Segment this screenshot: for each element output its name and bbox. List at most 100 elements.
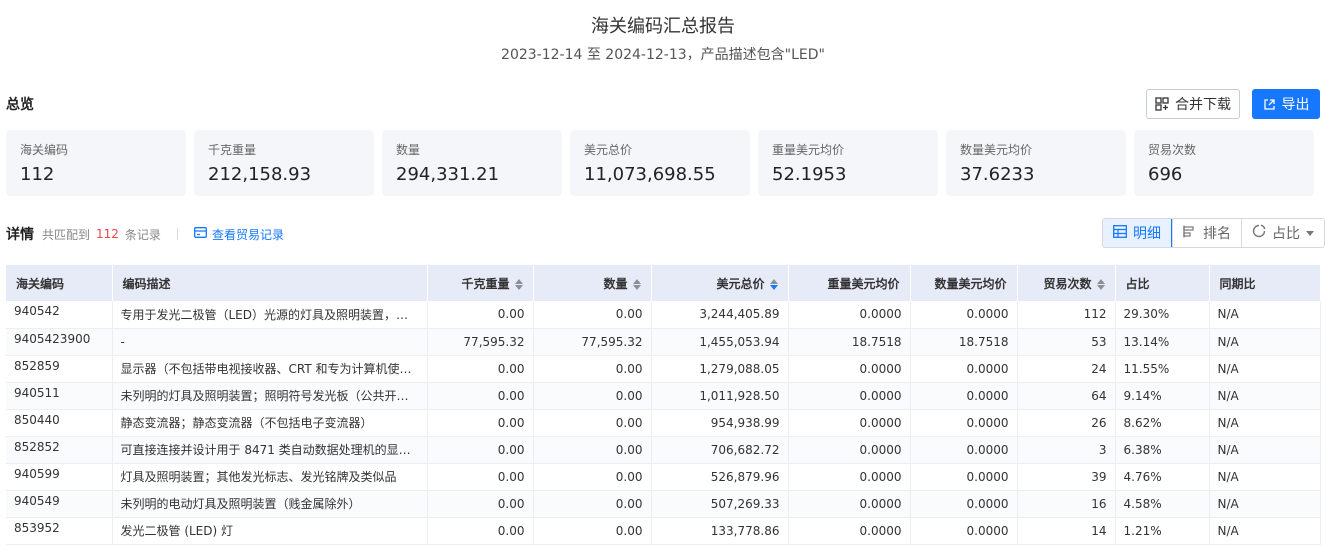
cell-weight: 0.00 — [427, 382, 534, 410]
stat-label: 贸易次数 — [1148, 143, 1197, 157]
stat-value: 52.1953 — [772, 164, 847, 185]
cell-desc: 可直接连接并设计用于 8471 类自动数据处理机的显示器... — [112, 436, 428, 464]
match-suffix: 条记录 — [124, 227, 161, 242]
cell-avg-weight-price: 0.0000 — [788, 463, 911, 491]
stat-label: 海关编码 — [20, 143, 69, 157]
cell-quantity: 0.00 — [533, 436, 652, 464]
cell-avg-qty-price: 0.0000 — [910, 490, 1018, 518]
cell-yoy: N/A — [1209, 463, 1321, 491]
cell-desc: 显示器（不包括带电视接收器、CRT 和专为计算机使用的... — [112, 355, 428, 383]
table-row[interactable]: 853952 发光二极管 (LED) 灯 0.00 0.00 133,778.86 0.0… — [6, 517, 1321, 545]
merge-download-label: 合并下载 — [1175, 97, 1231, 113]
caret-down-icon — [1306, 230, 1314, 236]
col-header-quantity-label: 数量 — [603, 276, 628, 291]
merge-icon — [1155, 97, 1169, 111]
cell-trades: 64 — [1017, 382, 1116, 410]
cell-weight: 77,595.32 — [427, 328, 534, 356]
col-header-total-usd[interactable]: 美元总价 — [651, 265, 789, 301]
table-body: 940542 专用于发光二极管（LED）光源的灯具及照明装置，其他 0.00 0.00… — [6, 301, 1321, 545]
table-row[interactable]: 850440 静态变流器；静态变流器（不包括电子变流器） 0.00 0.00 954,9… — [6, 409, 1321, 437]
col-header-avg-weight-price: 重量美元均价 — [788, 265, 911, 301]
cell-total-usd: 1,011,928.50 — [651, 382, 789, 410]
cell-avg-weight-price: 0.0000 — [788, 490, 911, 518]
cell-yoy: N/A — [1209, 490, 1321, 518]
cell-quantity: 0.00 — [533, 382, 652, 410]
tab-detail[interactable]: 明细 — [1103, 219, 1172, 247]
cell-share: 1.21% — [1115, 517, 1210, 545]
table-row[interactable]: 852859 显示器（不包括带电视接收器、CRT 和专为计算机使用的... 0.00… — [6, 355, 1321, 383]
cell-avg-weight-price: 0.0000 — [788, 301, 911, 329]
external-link-icon — [1263, 98, 1276, 111]
cell-trades: 3 — [1017, 436, 1116, 464]
cell-avg-qty-price: 0.0000 — [910, 436, 1018, 464]
cell-weight: 0.00 — [427, 517, 534, 545]
cell-avg-weight-price: 0.0000 — [788, 436, 911, 464]
col-header-quantity[interactable]: 数量 — [533, 265, 652, 301]
cell-code: 940549 — [6, 490, 113, 518]
cell-desc: 未列明的灯具及照明装置；照明符号发光板（公共开放空... — [112, 382, 428, 410]
cell-desc: 专用于发光二极管（LED）光源的灯具及照明装置，其他 — [112, 301, 428, 329]
cell-trades: 53 — [1017, 328, 1116, 356]
cell-weight: 0.00 — [427, 355, 534, 383]
cell-share: 4.58% — [1115, 490, 1210, 518]
stat-value: 696 — [1148, 164, 1183, 185]
merge-download-button[interactable]: 合并下载 — [1146, 89, 1240, 119]
table-row[interactable]: 940599 灯具及照明装置；其他发光标志、发光铭牌及类似品 0.00 0.00 526… — [6, 463, 1321, 491]
stat-value: 112 — [20, 164, 55, 185]
cell-share: 11.55% — [1115, 355, 1210, 383]
cell-desc: 未列明的电动灯具及照明装置（贱金属除外） — [112, 490, 428, 518]
cell-total-usd: 954,938.99 — [651, 409, 789, 437]
overview-heading: 总览 — [6, 97, 34, 113]
detail-header: 详情 共匹配到 112 条记录 查看贸易记录 — [6, 226, 284, 243]
cell-code: 850440 — [6, 409, 113, 437]
col-header-desc: 编码描述 — [112, 265, 428, 301]
cell-yoy: N/A — [1209, 517, 1321, 545]
col-header-weight[interactable]: 千克重量 — [427, 265, 534, 301]
col-header-weight-label: 千克重量 — [461, 276, 510, 291]
view-trade-label: 查看贸易记录 — [211, 227, 284, 242]
table-row[interactable]: 940542 专用于发光二极管（LED）光源的灯具及照明装置，其他 0.00 0.00… — [6, 301, 1321, 329]
cell-total-usd: 526,879.96 — [651, 463, 789, 491]
tab-ratio[interactable]: 占比 — [1241, 219, 1324, 247]
cell-code: 853952 — [6, 517, 113, 545]
sort-icon — [632, 278, 641, 290]
stat-card-quantity: 数量 294,331.21 — [382, 130, 562, 196]
view-trade-records-link[interactable]: 查看贸易记录 — [193, 226, 284, 243]
col-header-trades[interactable]: 贸易次数 — [1017, 265, 1116, 301]
table-row[interactable]: 9405423900-77,595.32 77,595.32 1,455,053.9… — [6, 328, 1321, 356]
card-icon — [193, 227, 207, 241]
cell-total-usd: 3,244,405.89 — [651, 301, 789, 329]
col-header-trades-label: 贸易次数 — [1043, 276, 1092, 291]
tab-rank[interactable]: 排名 — [1172, 219, 1241, 247]
cell-weight: 0.00 — [427, 436, 534, 464]
cell-code: 9405423900 — [6, 328, 113, 356]
cell-avg-qty-price: 0.0000 — [910, 517, 1018, 545]
table-row[interactable]: 940549 未列明的电动灯具及照明装置（贱金属除外） 0.00 0.00 507,26… — [6, 490, 1321, 518]
cell-avg-qty-price: 0.0000 — [910, 463, 1018, 491]
cell-avg-qty-price: 0.0000 — [910, 355, 1018, 383]
cell-weight: 0.00 — [427, 490, 534, 518]
table-row[interactable]: 940511 未列明的灯具及照明装置；照明符号发光板（公共开放空... 0.00 0.… — [6, 382, 1321, 410]
cell-avg-qty-price: 0.0000 — [910, 409, 1018, 437]
cell-trades: 26 — [1017, 409, 1116, 437]
cell-yoy: N/A — [1209, 301, 1321, 329]
cell-yoy: N/A — [1209, 328, 1321, 356]
cell-total-usd: 706,682.72 — [651, 436, 789, 464]
stat-card-avg-weight-price: 重量美元均价 52.1953 — [758, 130, 938, 196]
stat-card-avg-qty-price: 数量美元均价 37.6233 — [946, 130, 1126, 196]
stat-card-total-usd: 美元总价 11,073,698.55 — [570, 130, 750, 196]
cell-trades: 14 — [1017, 517, 1116, 545]
cell-code: 940599 — [6, 463, 113, 491]
bar-rank-icon — [1183, 225, 1197, 242]
stat-card-trade-count: 贸易次数 696 — [1134, 130, 1314, 196]
table-row[interactable]: 852852 可直接连接并设计用于 8471 类自动数据处理机的显示器... 0.0… — [6, 436, 1321, 464]
cell-total-usd: 507,269.33 — [651, 490, 789, 518]
cell-avg-weight-price: 0.0000 — [788, 517, 911, 545]
cell-share: 13.14% — [1115, 328, 1210, 356]
cell-desc: 静态变流器；静态变流器（不包括电子变流器） — [112, 409, 428, 437]
cell-code: 940542 — [6, 301, 113, 329]
cell-share: 6.38% — [1115, 436, 1210, 464]
export-button[interactable]: 导出 — [1252, 89, 1320, 119]
cell-trades: 24 — [1017, 355, 1116, 383]
table-header-row: 海关编码 编码描述 千克重量 数量 美元总价 重量美元均价 数量美元均价 贸易次… — [6, 265, 1321, 301]
